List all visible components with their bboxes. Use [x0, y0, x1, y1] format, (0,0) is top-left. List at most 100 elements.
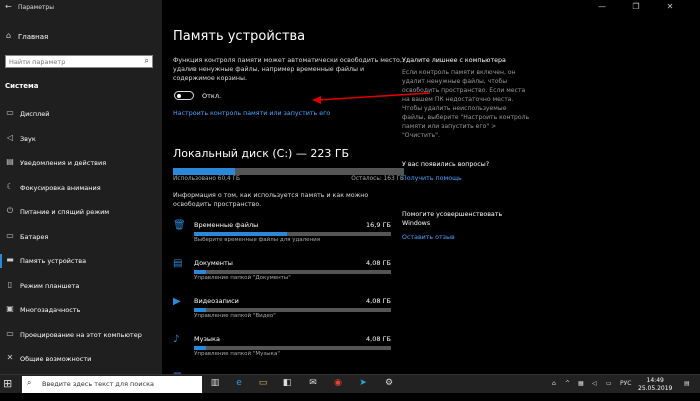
edge-icon[interactable]: e	[232, 378, 246, 391]
category-usage-fill	[194, 308, 206, 312]
sidebar-item[interactable]: ☾ Фокусировка внимания	[0, 177, 162, 201]
mail-icon[interactable]: ✉	[306, 378, 320, 391]
settings-gear-icon[interactable]: ⚙	[382, 378, 396, 391]
get-help-link[interactable]: Получить помощь	[402, 175, 462, 182]
sidebar-item[interactable]: ▭ Проецирование на этот компьютер	[0, 324, 162, 348]
category-size: 4,08 ГБ	[366, 297, 391, 305]
category-subtitle: Выберите временные файлы для удаления	[194, 237, 321, 243]
sidebar-item[interactable]: ✕ Общие возможности	[0, 348, 162, 372]
folder-icon: ▤	[173, 258, 183, 269]
project-icon: ▭	[6, 328, 14, 338]
moon-icon: ☾	[6, 181, 14, 191]
back-arrow-icon[interactable]: ←	[5, 2, 12, 11]
close-button[interactable]: ✕	[662, 2, 678, 11]
search-input[interactable]: Найти параметр ⌕	[5, 55, 153, 68]
category-size: 4,08 ГБ	[366, 259, 391, 267]
trash-icon: 🗑	[173, 220, 186, 231]
sidebar-item[interactable]: ▭ Дисплей	[0, 103, 162, 127]
category-size: 4,08 ГБ	[366, 335, 391, 343]
keyboard-icon[interactable]: ▭	[606, 380, 612, 387]
search-placeholder: Найти параметр	[9, 58, 66, 66]
category-usage-bar	[194, 232, 391, 236]
storage-category[interactable]: 🗑 Временные файлы 16,9 ГБ Выберите временны…	[173, 219, 404, 249]
category-subtitle: Управление папкой "Музыка"	[194, 351, 280, 357]
category-usage-bar	[194, 346, 391, 350]
taskbar: ⊞ ⌕ Введите здесь текст для поиска ▥ e ▭…	[0, 374, 700, 393]
taskbar-search-input[interactable]: ⌕ Введите здесь текст для поиска	[22, 376, 202, 393]
clock-time: 14:49	[646, 377, 664, 384]
telegram-icon[interactable]: ➤	[356, 378, 370, 391]
title-bar: ← Параметры — ❐ ✕	[0, 0, 700, 16]
sidebar-item[interactable]: ▯ Режим планшета	[0, 275, 162, 299]
category-name: Документы	[194, 259, 233, 267]
taskbar-search-placeholder: Введите здесь текст для поиска	[42, 380, 154, 388]
storage-sense-toggle[interactable]	[174, 91, 194, 100]
clock-date: 25.05.2019	[638, 385, 673, 392]
category-name: Видеозаписи	[194, 297, 239, 305]
sidebar-item-label: Батарея	[20, 232, 49, 241]
file-explorer-icon[interactable]: ▭	[256, 378, 270, 391]
disk-title: Локальный диск (C:) — 223 ГБ	[173, 147, 350, 160]
sidebar-item-label: Многозадачность	[20, 306, 81, 314]
category-size: 16,9 ГБ	[366, 221, 391, 229]
questions-heading: У вас появились вопросы?	[402, 161, 490, 168]
category-subtitle: Управление папкой "Видео"	[194, 313, 276, 319]
search-icon[interactable]: ⌕	[145, 56, 149, 66]
monitor-icon: ▭	[6, 108, 14, 117]
remove-heading: Удалите лишнее с компьютера	[402, 57, 506, 64]
sidebar-item-label: Звук	[20, 134, 36, 143]
chevron-up-icon[interactable]: ^	[565, 380, 570, 387]
sidebar-item[interactable]: ▣ Многозадачность	[0, 299, 162, 323]
notifications-icon[interactable]: ▤	[684, 380, 690, 387]
sidebar-item[interactable]: ⏻ Питание и спящий режим	[0, 201, 162, 225]
remove-text: Если контроль памяти включен, он удалит …	[402, 69, 530, 139]
sidebar-item-label: Уведомления и действия	[20, 159, 107, 167]
configure-storage-sense-link[interactable]: Настроить контроль памяти или запустить …	[173, 110, 330, 117]
home-icon[interactable]: ⌂	[6, 31, 11, 40]
home-link[interactable]: Главная	[18, 33, 48, 41]
toggle-label: Откл.	[202, 92, 222, 100]
task-view-icon[interactable]: ▥	[208, 378, 222, 391]
maximize-button[interactable]: ❐	[628, 2, 644, 11]
category-name: Временные файлы	[194, 221, 259, 229]
storage-sense-description: Функция контроля памяти может автоматиче…	[173, 57, 402, 82]
sidebar-item-label: Питание и спящий режим	[20, 208, 110, 216]
window-title: Параметры	[18, 4, 54, 11]
shared-icon: ✕	[6, 353, 14, 362]
disk-usage-bar	[173, 168, 404, 175]
speaker-icon: ◁	[6, 132, 14, 142]
storage-category[interactable]: ▤ Документы 4,08 ГБ Управление папкой "Доку…	[173, 257, 404, 287]
clock[interactable]: 14:49 25.05.2019	[638, 377, 672, 393]
sidebar-item-label: Общие возможности	[20, 355, 92, 363]
chrome-icon[interactable]: ◉	[331, 378, 345, 391]
category-name: Музыка	[194, 335, 220, 343]
sidebar-item[interactable]: ▤ Уведомления и действия	[0, 152, 162, 176]
language-indicator[interactable]: РУС	[620, 380, 631, 387]
music-icon: ♪	[173, 334, 180, 345]
usage-info: Информация о том, как используется памят…	[173, 192, 369, 208]
people-icon[interactable]: ⌂	[552, 380, 556, 387]
feedback-link[interactable]: Оставить отзыв	[402, 234, 455, 241]
storage-category[interactable]: ▶ Видеозаписи 4,08 ГБ Управление папкой "Ви…	[173, 295, 404, 325]
store-icon[interactable]: ◧	[280, 378, 294, 391]
windows-start-icon[interactable]: ⊞	[3, 377, 12, 390]
category-usage-fill	[194, 232, 287, 236]
sidebar-item-label: Дисплей	[20, 110, 50, 118]
minimize-button[interactable]: —	[594, 2, 610, 11]
network-icon[interactable]: ▦	[578, 380, 584, 387]
sidebar-item-label: Режим планшета	[20, 281, 80, 290]
category-usage-bar	[194, 308, 391, 312]
sidebar-item-label: Память устройства	[20, 257, 87, 265]
sidebar-item-label: Фокусировка внимания	[20, 183, 101, 192]
volume-icon[interactable]: ◁	[592, 380, 597, 387]
notifications-icon: ▤	[6, 157, 14, 166]
category-usage-fill	[194, 270, 206, 274]
disk-free: Осталось: 163 ГБ	[351, 176, 404, 182]
category-usage-fill	[194, 346, 206, 350]
sidebar-item[interactable]: ▭ Батарея	[0, 226, 162, 250]
sidebar-item[interactable]: ◁ Звук	[0, 128, 162, 152]
sidebar-item[interactable]: ▬ Память устройства	[0, 250, 162, 274]
storage-icon: ▬	[6, 255, 14, 264]
sidebar: ⌂ Главная Найти параметр ⌕ Система ▭ Дисп…	[0, 0, 162, 374]
storage-category[interactable]: ♪ Музыка 4,08 ГБ Управление папкой "Музыка"	[173, 333, 404, 363]
